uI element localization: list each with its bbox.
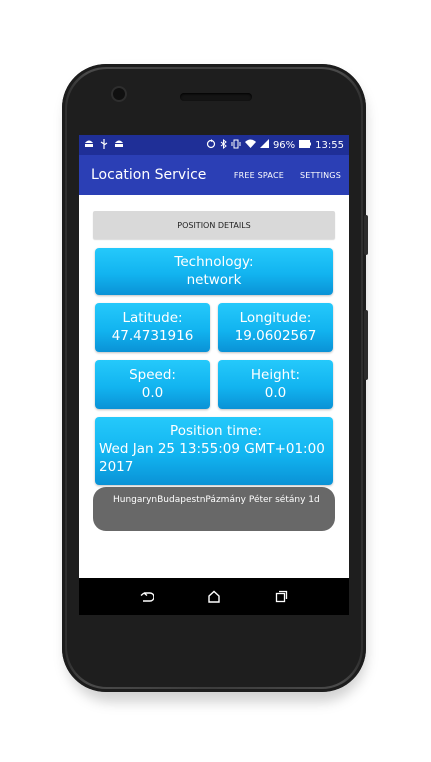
address-toast: HungarynBudapestnPázmány Péter sétány 1d	[93, 487, 335, 531]
recents-icon[interactable]	[272, 588, 290, 606]
longitude-card: Longitude: 19.0602567	[218, 303, 333, 352]
position-time-label: Position time:	[170, 423, 262, 439]
latitude-card: Latitude: 47.4731916	[95, 303, 210, 352]
height-label: Height:	[250, 367, 301, 383]
speed-card: Speed: 0.0	[95, 360, 210, 409]
back-icon[interactable]	[138, 588, 156, 606]
position-details-button[interactable]: POSITION DETAILS	[93, 211, 335, 239]
technology-card: Technology: network	[95, 248, 333, 295]
android-icon	[114, 139, 124, 151]
home-icon[interactable]	[205, 588, 223, 606]
height-card: Height: 0.0	[218, 360, 333, 409]
longitude-value: 19.0602567	[234, 328, 317, 344]
app-bar: Location Service FREE SPACE SETTINGS	[79, 155, 349, 195]
speed-label: Speed:	[129, 367, 176, 383]
front-camera-icon	[113, 88, 125, 100]
vibrate-icon	[231, 139, 241, 152]
clock: 13:55	[315, 139, 344, 151]
height-value: 0.0	[264, 385, 287, 401]
signal-icon	[259, 139, 269, 151]
technology-value: network	[186, 272, 242, 288]
status-bar: 96% 13:55	[79, 135, 349, 155]
main-content: POSITION DETAILS Technology: network Lat…	[79, 195, 349, 578]
speed-value: 0.0	[141, 385, 164, 401]
free-space-action[interactable]: FREE SPACE	[226, 171, 292, 180]
navigation-bar	[79, 578, 349, 615]
bluetooth-icon	[220, 138, 227, 152]
battery-icon	[299, 139, 312, 151]
position-time-value: Wed Jan 25 13:55:09 GMT+01:00 2017	[99, 441, 325, 475]
position-time-card: Position time: Wed Jan 25 13:55:09 GMT+0…	[95, 417, 333, 485]
latitude-value: 47.4731916	[111, 328, 194, 344]
earpiece-speaker	[180, 93, 252, 101]
usb-icon	[100, 138, 108, 152]
settings-action[interactable]: SETTINGS	[292, 171, 349, 180]
longitude-label: Longitude:	[239, 310, 312, 326]
android-icon	[84, 139, 94, 151]
volume-button	[364, 310, 368, 380]
wifi-icon	[244, 139, 256, 151]
power-button	[364, 215, 368, 255]
latitude-label: Latitude:	[122, 310, 183, 326]
sync-icon	[206, 138, 216, 152]
app-title: Location Service	[91, 167, 207, 183]
phone-screen: 96% 13:55 Location Service FREE SPACE SE…	[79, 135, 349, 615]
technology-label: Technology:	[174, 254, 254, 270]
battery-percent: 96%	[272, 139, 296, 151]
